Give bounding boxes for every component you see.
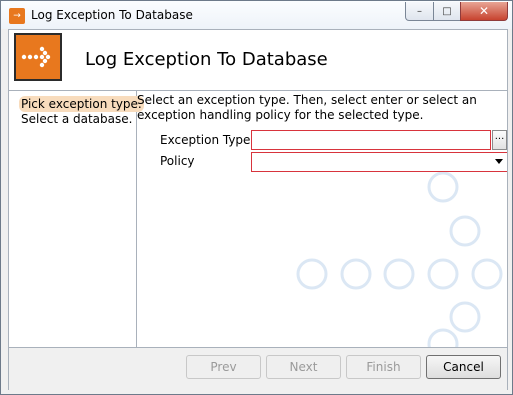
- wizard-window: → Log Exception To Database – □ ✕ Log Ex…: [0, 0, 513, 395]
- prev-button[interactable]: Prev: [186, 355, 261, 379]
- wizard-footer: Prev Next Finish Cancel: [9, 347, 507, 390]
- wizard-content: Select an exception type. Then, select e…: [137, 91, 507, 347]
- wizard-client-area: Log Exception To Database Pick exception…: [8, 29, 508, 390]
- wizard-steps-panel: Pick exception type. Select a database.: [9, 91, 144, 347]
- step-pick-exception-type[interactable]: Pick exception type.: [19, 96, 144, 112]
- policy-label: Policy: [160, 154, 195, 168]
- page-title: Log Exception To Database: [85, 49, 328, 70]
- cancel-button[interactable]: Cancel: [426, 355, 501, 379]
- next-button[interactable]: Next: [266, 355, 341, 379]
- instructions-text: Select an exception type. Then, select e…: [137, 93, 477, 122]
- close-button[interactable]: ✕: [460, 2, 508, 21]
- arrow-dots-icon: [14, 33, 62, 81]
- step-select-database[interactable]: Select a database.: [19, 111, 134, 127]
- minimize-button[interactable]: –: [405, 2, 434, 21]
- title-bar[interactable]: → Log Exception To Database – □ ✕: [1, 1, 512, 29]
- maximize-button[interactable]: □: [433, 2, 461, 21]
- finish-button[interactable]: Finish: [346, 355, 421, 379]
- wizard-header: Log Exception To Database: [9, 30, 507, 91]
- exception-type-field[interactable]: [251, 130, 491, 150]
- window-title: Log Exception To Database: [31, 8, 193, 22]
- app-icon: →: [9, 8, 25, 24]
- policy-dropdown[interactable]: [251, 152, 507, 172]
- chevron-down-icon[interactable]: [495, 159, 503, 164]
- browse-button[interactable]: ...: [492, 130, 507, 150]
- exception-type-label: Exception Type: [160, 133, 251, 147]
